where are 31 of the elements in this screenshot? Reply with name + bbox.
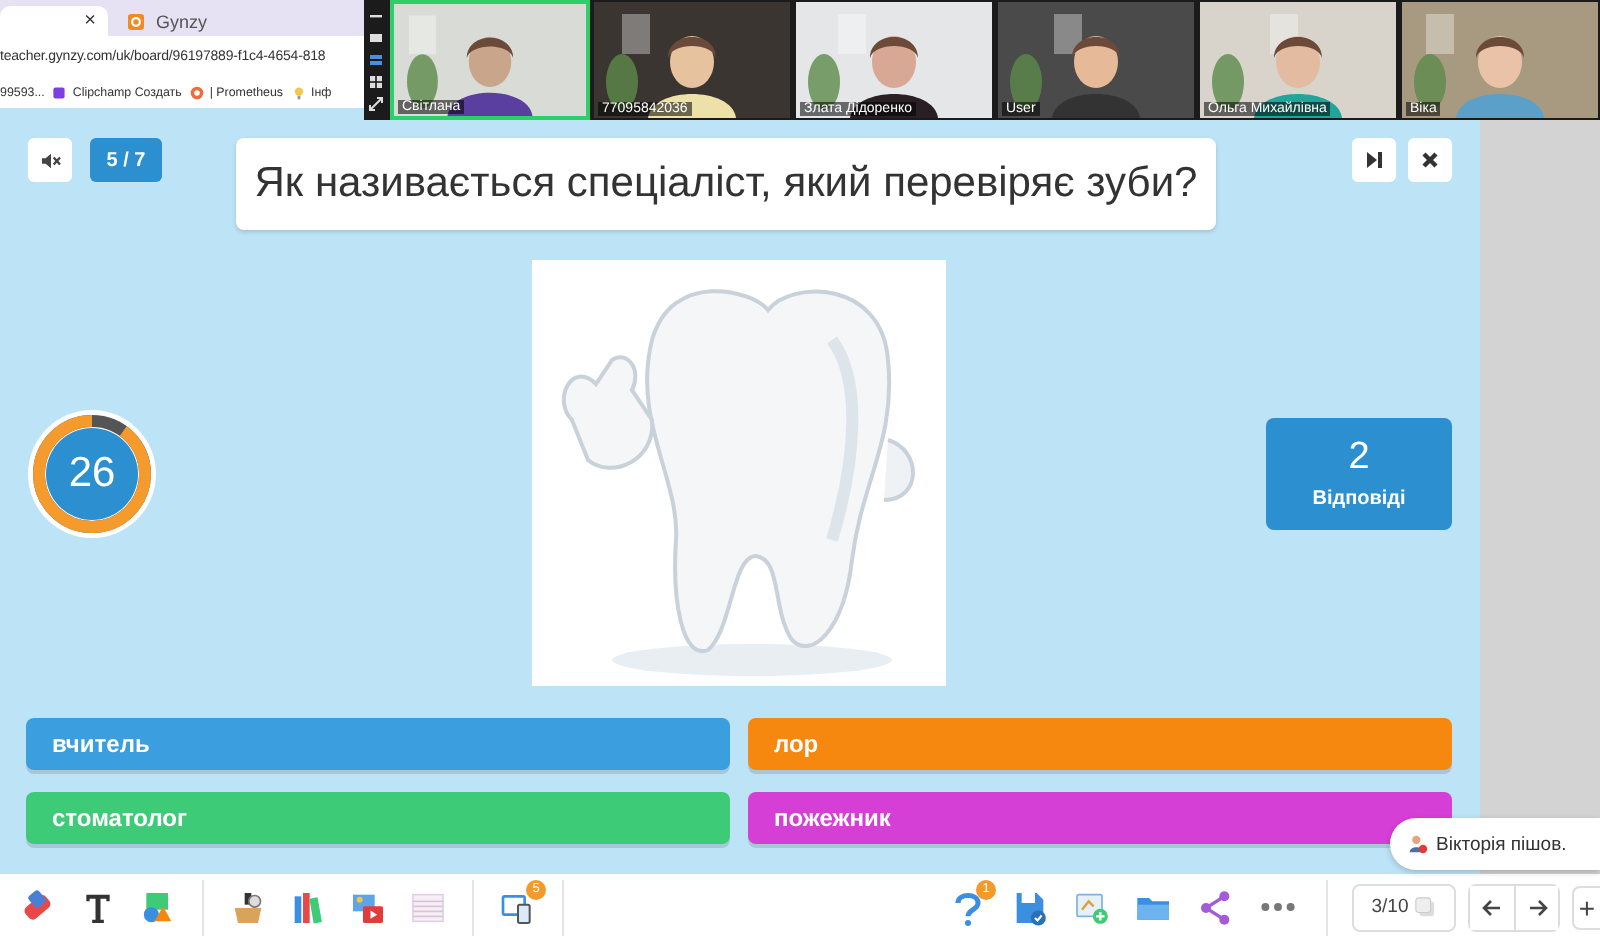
tab-label: Gynzy [156, 11, 208, 31]
next-button[interactable] [1514, 885, 1558, 929]
skip-button[interactable] [1352, 138, 1396, 182]
right-arrow-icon [1527, 899, 1547, 915]
browser-tab[interactable]: × [0, 6, 108, 36]
close-tab-button[interactable]: × [84, 10, 96, 32]
bulb-icon[interactable] [291, 85, 306, 99]
responses-label: Відповіді [1312, 488, 1406, 510]
window-icon[interactable] [368, 29, 384, 46]
mute-button[interactable] [28, 138, 72, 182]
add-page-button[interactable]: + [1572, 885, 1600, 929]
page-number: 3/10 [1371, 896, 1409, 918]
question-text: Як називається спеціаліст, який перевіряє зуби? [236, 138, 1216, 230]
grid-icon[interactable] [368, 74, 384, 91]
more-icon [1260, 902, 1296, 912]
pages-icon [1414, 896, 1437, 918]
list-icon[interactable] [368, 51, 384, 68]
progress-badge: 5 / 7 [90, 138, 162, 182]
timer-value: 26 [68, 449, 116, 497]
responses-count: 2 [1348, 436, 1370, 480]
mute-icon [39, 151, 61, 169]
user-left-icon [1408, 834, 1428, 854]
circle-logo-icon[interactable] [189, 85, 204, 99]
square-logo-icon[interactable] [52, 85, 67, 99]
skip-icon [1364, 150, 1384, 170]
page-counter[interactable]: 3/10 [1352, 883, 1456, 931]
close-button[interactable] [1408, 138, 1452, 182]
browser-tab[interactable]: Gynzy [116, 6, 220, 36]
close-icon [1420, 150, 1440, 170]
left-arrow-icon [1482, 899, 1502, 915]
expand-icon[interactable] [368, 96, 384, 113]
